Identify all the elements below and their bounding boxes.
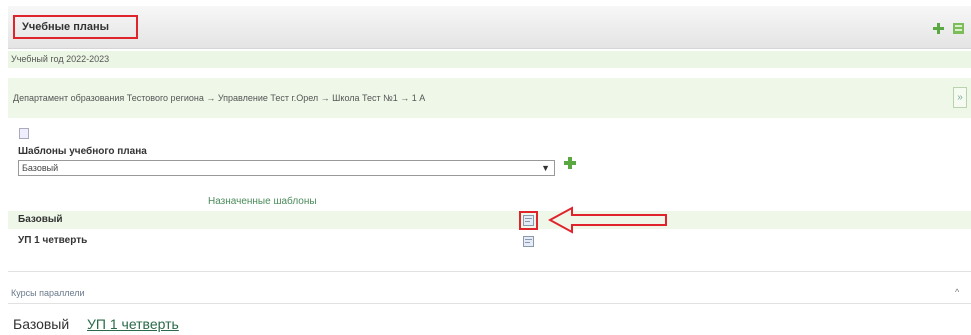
pointer-arrow-icon <box>548 206 667 234</box>
assigned-templates-title: Назначенные шаблоны <box>208 196 317 207</box>
assigned-row: Базовый <box>8 211 971 229</box>
title-highlight: Учебные планы <box>13 15 138 39</box>
page-title: Учебные планы <box>22 21 109 33</box>
divider <box>8 271 971 272</box>
add-template-icon[interactable] <box>563 156 577 170</box>
add-icon[interactable] <box>932 22 945 35</box>
course-tab-q1[interactable]: УП 1 четверть <box>87 316 179 332</box>
school-year: Учебный год 2022-2023 <box>8 51 971 68</box>
divider <box>8 303 971 304</box>
edit-icon-highlight <box>519 211 538 230</box>
edit-icon[interactable] <box>523 236 534 247</box>
templates-label: Шаблоны учебного плана <box>18 146 147 157</box>
template-select-value: Базовый <box>22 163 59 173</box>
courses-section-title: Курсы параллели <box>11 288 85 298</box>
curriculum-panel: Учебные планы Учебный год 2022-2023 Депа… <box>8 6 971 335</box>
assigned-row: УП 1 четверть <box>8 232 971 250</box>
panel-header: Учебные планы <box>8 6 971 49</box>
course-tab-base[interactable]: Базовый <box>13 316 69 332</box>
excel-export-icon[interactable] <box>952 22 965 35</box>
template-select[interactable]: Базовый ▼ <box>18 160 555 176</box>
assigned-row-label: УП 1 четверть <box>18 235 88 246</box>
chevron-down-icon: ▼ <box>541 163 550 173</box>
org-breadcrumb: Департамент образования Тестового регион… <box>8 78 971 118</box>
assigned-row-label: Базовый <box>18 214 63 225</box>
broken-image-icon <box>19 128 29 139</box>
collapse-icon[interactable]: ^ <box>955 287 959 297</box>
org-path-expand-button[interactable]: » <box>953 87 967 108</box>
org-path-text: Департамент образования Тестового регион… <box>13 93 426 103</box>
